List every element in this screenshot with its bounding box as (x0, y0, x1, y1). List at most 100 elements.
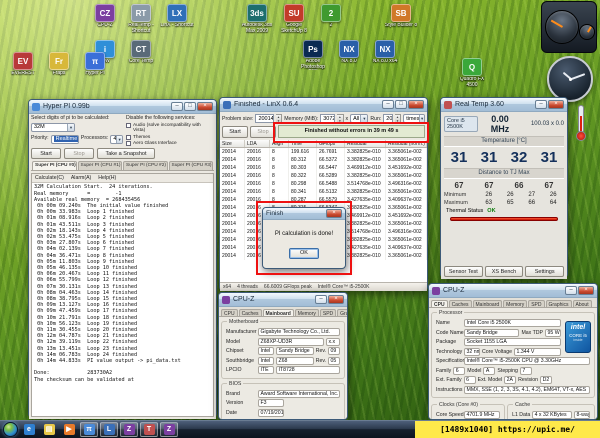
hyperpi-titlebar[interactable]: Hyper PI 0.99b – □ × (29, 100, 216, 114)
taskbar-media-player-button[interactable]: ▶ (60, 422, 78, 437)
audio-checkbox[interactable] (126, 123, 131, 129)
desktop-icon-core-temp[interactable]: CT Core Temp (124, 40, 158, 65)
close-button[interactable]: × (197, 102, 213, 111)
minimize-button[interactable]: – (535, 100, 547, 109)
close-button[interactable]: × (578, 286, 594, 295)
desktop-icon-realtemp-shortcut[interactable]: RT RealTemp - Shortcut (124, 4, 158, 34)
taskbar-explorer-button[interactable]: ▤ (40, 422, 58, 437)
close-button[interactable]: × (326, 209, 342, 218)
processors-select[interactable]: 4 ▾ (110, 134, 123, 144)
cpuz-tab-memory[interactable]: Memory (503, 300, 528, 308)
maximize-button[interactable]: □ (184, 102, 196, 111)
times-select[interactable]: times ▾ (403, 114, 425, 123)
maximum-label: Maximum (444, 200, 468, 206)
cpuz-tab-caches[interactable]: Caches (448, 300, 472, 308)
desktop-icon-label: 2 (329, 23, 333, 28)
linx-start-button[interactable]: Start (222, 125, 248, 138)
run-spinner[interactable] (394, 114, 402, 123)
realtemp-sensor-test-button[interactable]: Sensor Test (444, 266, 483, 277)
linx-stop-button[interactable]: Stop (250, 125, 276, 138)
desktop-icon-hyper-pi[interactable]: π Hyper Pi (78, 52, 112, 77)
superpi-tab-cpu-0[interactable]: Super PI (CPU #0) (32, 161, 77, 171)
desktop-icon-nx-8-0[interactable]: NX NX 8.0 (332, 40, 366, 65)
cpuz-tab-about[interactable]: About (572, 300, 592, 308)
stop-button[interactable]: Stop (64, 148, 94, 160)
taskbar-ie-button[interactable]: e (20, 422, 38, 437)
cpuz-tab-cpu[interactable]: CPU (221, 309, 238, 317)
linx-cell: 3.365061e-002 (386, 172, 427, 180)
minimize-button[interactable]: – (382, 100, 394, 109)
superpi-tab-cpu-3[interactable]: Super PI (CPU #3) (168, 161, 213, 171)
start-button[interactable]: Start (31, 148, 61, 160)
linx-cell: 20014 (220, 188, 245, 196)
thermometer-gadget[interactable] (572, 104, 590, 142)
realtemp-settings-button[interactable]: Settings (525, 266, 565, 277)
desktop-icon-quadro-fx-4500[interactable]: Q Quadro FX 4500 (455, 58, 489, 88)
desktop-icon-everest[interactable]: EV EVEREST (6, 52, 40, 77)
linx-titlebar[interactable]: Finished - LinX 0.6.4 – □ × (220, 98, 427, 112)
taskbar-linx-button[interactable]: L (100, 422, 118, 437)
cpuz-tab-mainboard[interactable]: Mainboard (262, 309, 294, 317)
priority-select[interactable]: Realtime▾ (50, 134, 79, 144)
desktop-icon-linx-shortcut[interactable]: LX LinX - Shortcut (160, 4, 194, 29)
desktop-icon-style-builder-8[interactable]: SB Style Builder 8 (384, 4, 418, 29)
desktop-icon-fraps[interactable]: Fr Fraps (42, 52, 76, 77)
close-button[interactable]: × (548, 100, 564, 109)
taskbar-realtemp-button[interactable]: T (140, 422, 158, 437)
cpuz-tab-graphics[interactable]: Graphics (337, 309, 347, 317)
superpi-tab-cpu-2[interactable]: Super PI (CPU #2) (123, 161, 168, 171)
finish-titlebar[interactable]: Finish × (263, 208, 345, 220)
hyperpi-log[interactable]: 32M Calculation Start. 24 iterations. Rea… (32, 183, 213, 416)
cpuz-tab-mainboard[interactable]: Mainboard (472, 300, 503, 308)
problem-size-spinner[interactable] (275, 114, 283, 123)
desktop-icon-nx-8-0-x64[interactable]: NX NX 8.0 x64 (368, 40, 402, 65)
desktop-icon-adobe-photoshop-cs5[interactable]: PsAdobe Photoshop CS5 (296, 40, 330, 70)
maximize-button[interactable]: □ (395, 100, 407, 109)
minimize-button[interactable]: – (315, 295, 327, 304)
minimize-button[interactable]: – (171, 102, 183, 111)
start-button[interactable] (3, 422, 18, 437)
cpuz-tab-spd[interactable]: SPD (319, 309, 337, 317)
superpi-tab-cpu-1[interactable]: Super PI (CPU #1) (77, 161, 122, 171)
window-buttons: – □ × (382, 100, 424, 109)
minimize-button[interactable]: – (565, 286, 577, 295)
cpuz-tab-cpu[interactable]: CPU (431, 300, 448, 308)
take-snapshot-button[interactable]: Take a Snapshot (97, 148, 155, 160)
taskbar-cpuz-button[interactable]: Z (120, 422, 138, 437)
cpu-usage-gadget[interactable] (541, 1, 597, 53)
memory-input[interactable]: 3072 (320, 114, 336, 123)
themes-checkbox[interactable] (126, 134, 131, 140)
cpuz-tab-memory[interactable]: Memory (294, 309, 319, 317)
cpuz-tab-graphics[interactable]: Graphics (545, 300, 572, 308)
cpuz-tab-caches[interactable]: Caches (238, 309, 262, 317)
run-input[interactable]: 20 (383, 114, 393, 123)
close-button[interactable]: × (408, 100, 424, 109)
mode-select[interactable]: All ▾ (350, 114, 369, 123)
digits-select[interactable]: 32M ▾ (31, 122, 75, 132)
core-speed-value: 4701.9 MHz (464, 411, 501, 419)
close-button[interactable]: × (328, 295, 344, 304)
problem-size-input[interactable]: 20014 (255, 114, 274, 123)
desktop-icon-autodesk-3ds-max-2009[interactable]: 3ds Autodesk 3ds Max 2009 (240, 4, 274, 34)
menu-calculate[interactable]: Calculate(C) (35, 174, 64, 182)
taskbar-hyperpi-button[interactable]: π (80, 422, 98, 437)
desktop-icon-google-sketchup-8[interactable]: SU Google SketchUp 8 (277, 4, 311, 34)
window-buttons: – × (535, 100, 564, 109)
realtemp-titlebar[interactable]: Real Temp 3.60 – × (441, 98, 567, 112)
cpuz-tab-spd[interactable]: SPD (528, 300, 545, 308)
ok-button[interactable]: OK (289, 248, 319, 259)
desktop-icon-cpu-z[interactable]: CZ CPU-Z (88, 4, 122, 29)
maxtdp-value: 95 W (545, 328, 561, 337)
menu-help[interactable]: Help(H) (98, 174, 116, 182)
aero-checkbox[interactable] (126, 141, 131, 147)
realtemp-xs-bench-button[interactable]: XS Bench (484, 266, 524, 277)
desktop-icon-label: NX 8.0 (341, 59, 357, 64)
taskbar-cpuz-2-button[interactable]: Z (160, 422, 178, 437)
desktop-icon-2[interactable]: 22 (314, 4, 348, 29)
menu-alarm[interactable]: Alarm(A) (71, 174, 91, 182)
cpuz-titlebar[interactable]: CPU-Z – × (219, 293, 347, 307)
themes-checkbox-label: Themes (133, 134, 151, 140)
clock-gadget[interactable] (547, 56, 593, 102)
cpuz-titlebar[interactable]: CPU-Z – × (429, 284, 597, 298)
memory-spinner[interactable] (337, 114, 344, 123)
